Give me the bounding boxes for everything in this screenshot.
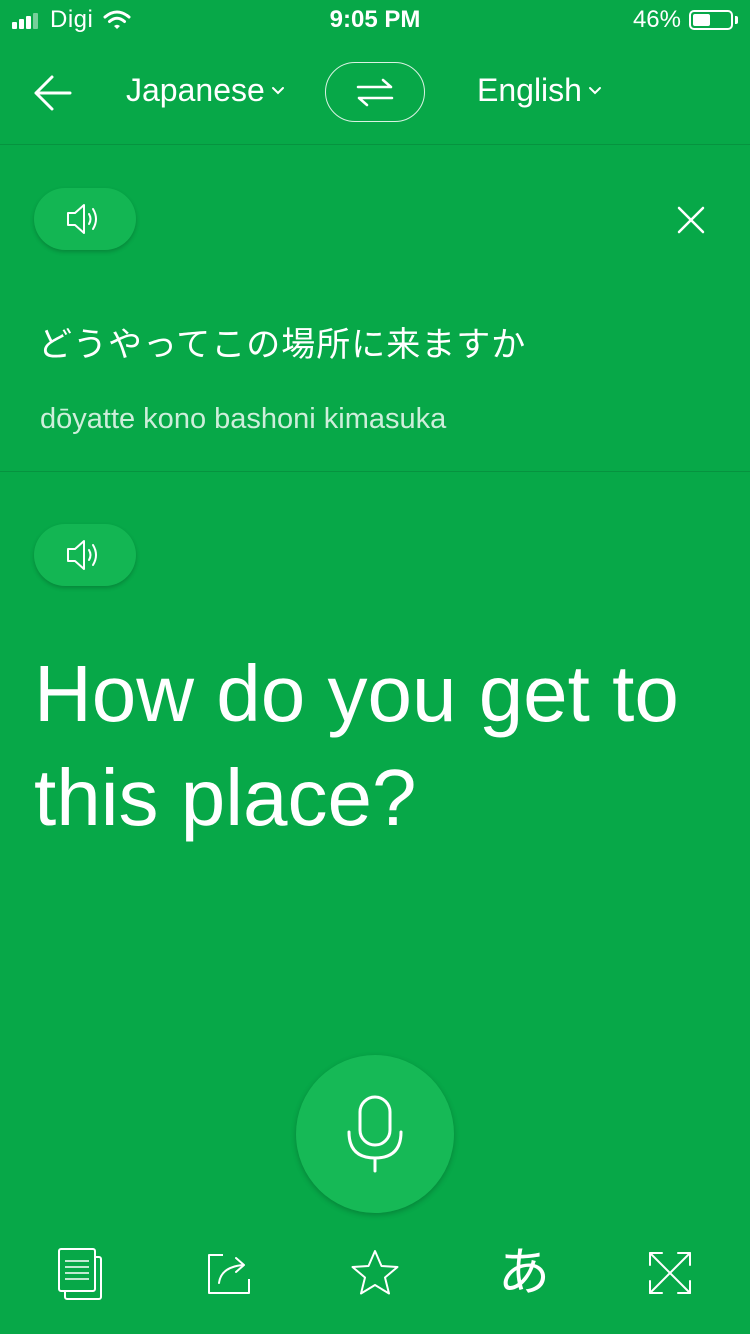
status-bar: Digi 9:05 PM 46% [0,0,750,40]
star-icon [351,1250,399,1295]
battery-tip [735,16,738,24]
bottom-toolbar: あ [0,1240,750,1310]
target-panel: How do you get to this place? [0,472,750,1032]
chevron-down-icon [271,86,284,94]
source-text: どうやってこの場所に来ますか [38,325,527,365]
speaker-icon [67,540,97,570]
speaker-icon [67,204,97,234]
source-speak-button[interactable] [34,188,136,250]
swap-languages-button[interactable] [325,62,425,122]
romanization-text: dōyatte kono bashoni kimasuka [40,403,447,435]
swap-arrows-icon [356,78,394,107]
nav-bar: Japanese English [0,44,750,145]
close-icon [677,206,705,234]
source-panel: どうやってこの場所に来ますか dōyatte kono bashoni kima… [0,145,750,472]
target-language-dropdown[interactable]: English [477,72,602,109]
arrow-left-icon [34,75,72,111]
favorite-button[interactable] [345,1240,405,1306]
translation-text: How do you get to this place? [34,649,679,842]
share-button[interactable] [199,1240,259,1306]
fullscreen-button[interactable] [640,1240,700,1306]
translator-screen: Digi 9:05 PM 46% Japanese English どうやってこ… [0,0,750,1334]
expand-icon [649,1252,691,1294]
target-speak-button[interactable] [34,524,136,586]
source-language-dropdown[interactable]: Japanese [126,72,285,109]
back-button[interactable] [30,70,80,116]
battery-percent: 46% [632,6,681,33]
clear-button[interactable] [676,205,706,235]
status-right: 46% [633,6,738,34]
copy-button[interactable] [50,1240,110,1306]
kana-button[interactable]: あ [494,1240,554,1306]
battery-icon [689,10,733,30]
microphone-button[interactable] [296,1055,454,1213]
source-language-label: Japanese [126,72,265,108]
chevron-down-icon [588,86,601,94]
share-icon [208,1254,250,1294]
battery-fill [693,14,710,26]
copy-icon [58,1248,102,1300]
kana-icon: あ [497,1243,550,1303]
microphone-icon [347,1095,403,1173]
target-language-label: English [477,72,582,108]
